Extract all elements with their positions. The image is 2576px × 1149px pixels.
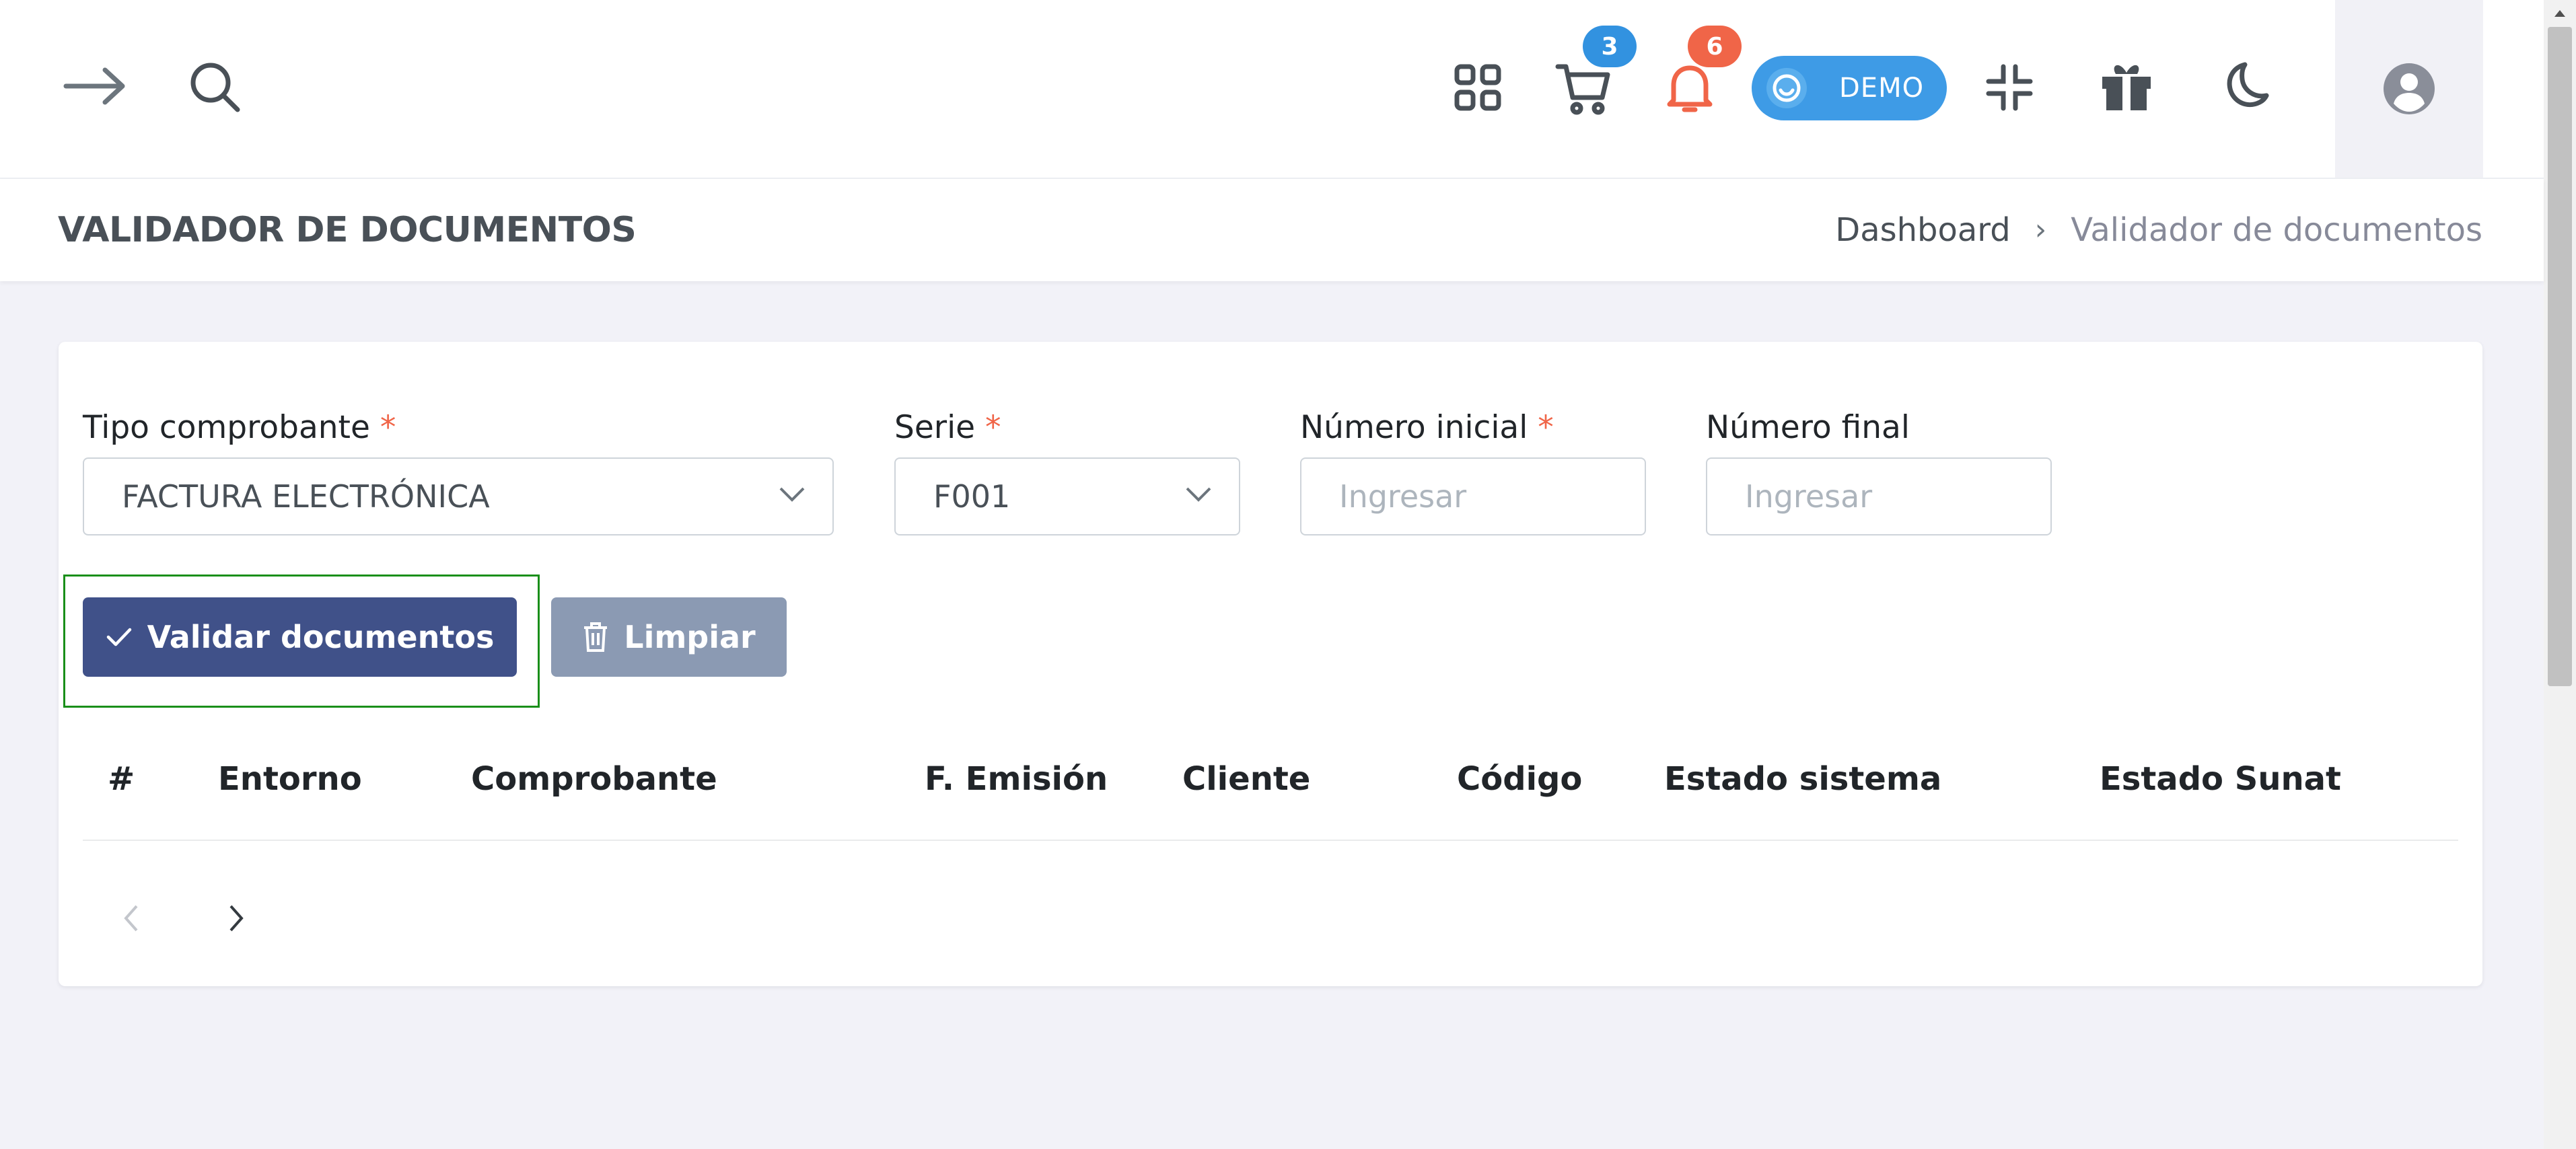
pagination-next-button[interactable]: [59, 895, 99, 942]
gift-box-icon[interactable]: [2098, 58, 2155, 114]
breadcrumb-dashboard-link[interactable]: Dashboard: [1835, 206, 2010, 254]
table-divider: [83, 840, 2458, 841]
pagination-prev-icon[interactable]: [110, 895, 151, 942]
column-header-entorno: Entorno: [218, 760, 362, 798]
numero-inicial-placeholder: Ingresar: [1339, 478, 1467, 515]
chevron-down-icon: [1186, 487, 1211, 502]
breadcrumb-separator: ›: [2034, 213, 2047, 247]
validate-documents-label: Validar documentos: [147, 619, 495, 655]
dark-mode-moon-icon[interactable]: [2217, 59, 2270, 113]
numero-final-label: Número final: [1706, 409, 1910, 446]
notifications-count-badge: 6: [1688, 26, 1742, 67]
tipo-comprobante-select[interactable]: FACTURA ELECTRÓNICA: [83, 457, 834, 535]
tipo-comprobante-label: Tipo comprobante *: [83, 409, 396, 446]
page-title-bar: VALIDADOR DE DOCUMENTOS Dashboard › Vali…: [0, 179, 2544, 281]
clear-button[interactable]: Limpiar: [551, 597, 787, 677]
demo-label: DEMO: [1839, 73, 1925, 104]
column-header-number: #: [108, 760, 135, 798]
serie-label: Serie *: [894, 409, 1001, 446]
column-header-fecha-emision: F. Emisión: [925, 760, 1108, 798]
page-title: VALIDADOR DE DOCUMENTOS: [58, 210, 637, 250]
required-mark: *: [985, 409, 1001, 446]
check-icon: [106, 628, 131, 646]
user-menu[interactable]: [2335, 0, 2483, 178]
apps-grid-icon[interactable]: [1452, 62, 1503, 113]
smile-icon: [1766, 68, 1807, 108]
user-avatar-icon: [2384, 63, 2435, 114]
validator-card: Tipo comprobante * FACTURA ELECTRÓNICA S…: [59, 342, 2482, 986]
serie-select[interactable]: F001: [894, 457, 1240, 535]
collapse-sidebar-arrow-icon[interactable]: [62, 59, 129, 113]
column-header-estado-sunat: Estado Sunat: [2100, 760, 2341, 798]
cart-count-badge: 3: [1583, 26, 1637, 67]
pagination-next-icon[interactable]: [217, 895, 257, 942]
tipo-comprobante-value: FACTURA ELECTRÓNICA: [122, 478, 490, 515]
numero-inicial-input[interactable]: Ingresar: [1300, 457, 1646, 535]
top-bar: 3 6 DEMO: [0, 0, 2544, 179]
breadcrumb: Dashboard › Validador de documentos: [1835, 206, 2482, 254]
required-mark: *: [380, 409, 396, 446]
clear-label: Limpiar: [624, 619, 756, 655]
column-header-estado-sistema: Estado sistema: [1664, 760, 1942, 798]
chevron-down-icon: [779, 487, 805, 502]
search-icon[interactable]: [186, 58, 244, 116]
fullscreen-exit-icon[interactable]: [1982, 61, 2036, 114]
column-header-codigo: Código: [1457, 760, 1583, 798]
column-header-comprobante: Comprobante: [471, 760, 717, 798]
scroll-up-arrow-icon[interactable]: [2544, 0, 2576, 27]
validate-documents-button[interactable]: Validar documentos: [83, 597, 517, 677]
trash-icon: [584, 622, 608, 652]
numero-inicial-label: Número inicial *: [1300, 409, 1554, 446]
numero-final-placeholder: Ingresar: [1745, 478, 1873, 515]
required-mark: *: [1538, 409, 1554, 446]
breadcrumb-current: Validador de documentos: [2071, 211, 2482, 249]
column-header-cliente: Cliente: [1182, 760, 1311, 798]
serie-value: F001: [933, 478, 1011, 515]
scrollbar-thumb[interactable]: [2548, 27, 2572, 686]
demo-mode-toggle[interactable]: DEMO: [1752, 56, 1947, 120]
numero-final-input[interactable]: Ingresar: [1706, 457, 2052, 535]
